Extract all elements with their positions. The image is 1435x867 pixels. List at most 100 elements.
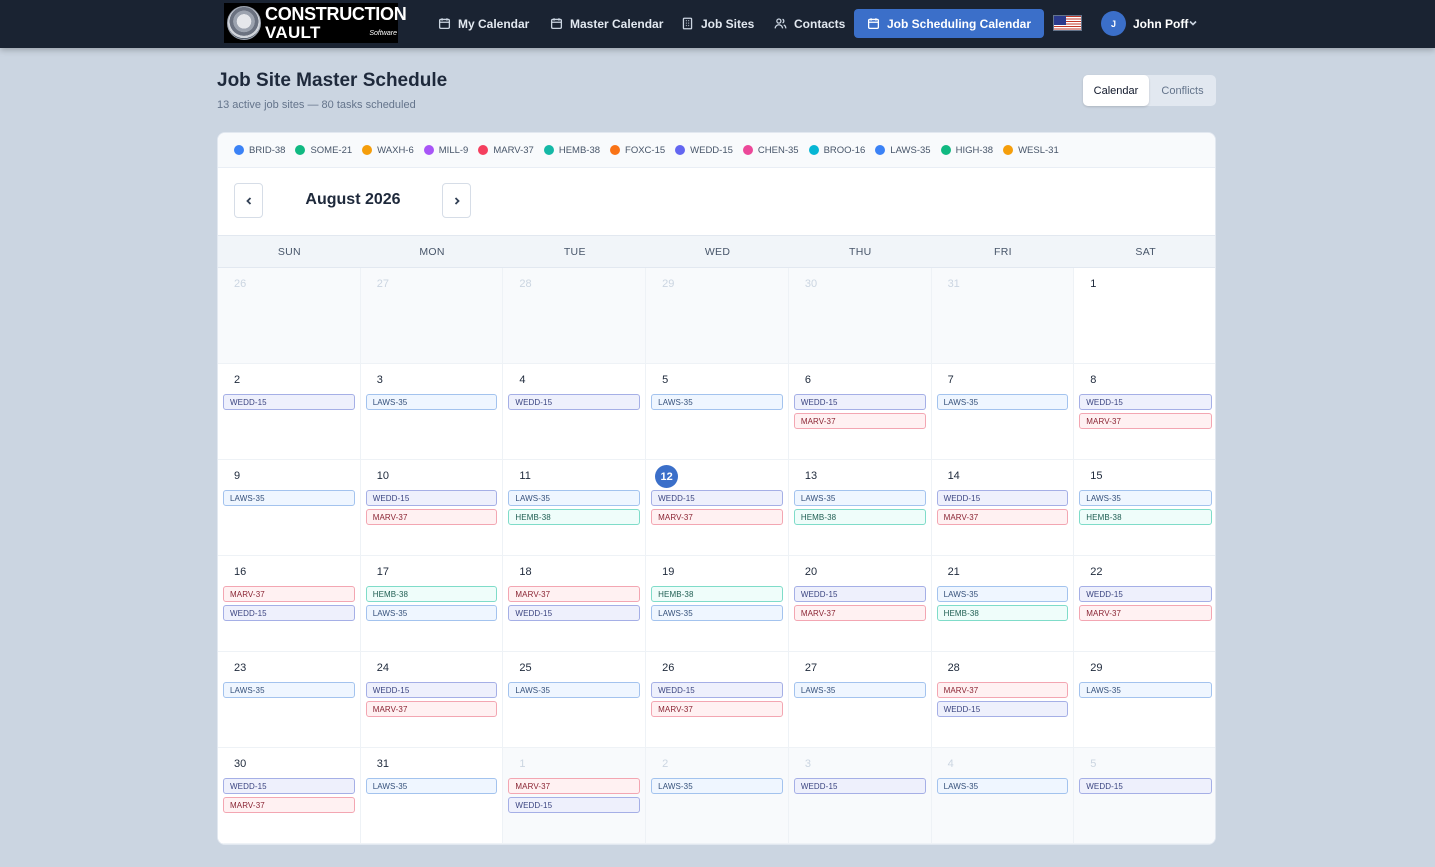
day-cell[interactable]: 5 LAWS-35 <box>646 364 789 460</box>
nav-job-scheduling-calendar[interactable]: Job Scheduling Calendar <box>854 9 1045 38</box>
legend-item[interactable]: MARV-37 <box>478 145 534 156</box>
task-chip[interactable]: MARV-37 <box>1079 605 1212 621</box>
day-cell[interactable]: 8 WEDD-15 MARV-37 <box>1074 364 1215 460</box>
task-chip[interactable]: LAWS-35 <box>508 490 641 506</box>
task-chip[interactable]: WEDD-15 <box>793 778 926 794</box>
day-cell[interactable]: 29 <box>646 268 789 364</box>
day-cell[interactable]: 15 LAWS-35 HEMB-38 <box>1074 460 1215 556</box>
task-chip[interactable]: HEMB-38 <box>1079 509 1212 525</box>
day-cell[interactable]: 12 WEDD-15 MARV-37 <box>646 460 789 556</box>
task-chip[interactable]: MARV-37 <box>936 509 1069 525</box>
task-chip[interactable]: WEDD-15 <box>223 605 355 621</box>
day-cell[interactable]: 3 WEDD-15 <box>788 748 932 844</box>
day-cell[interactable]: 31 <box>931 268 1075 364</box>
day-cell[interactable]: 25 LAWS-35 <box>503 652 647 748</box>
day-cell[interactable]: 24 WEDD-15 MARV-37 <box>360 652 504 748</box>
day-cell[interactable]: 22 WEDD-15 MARV-37 <box>1074 556 1215 652</box>
task-chip[interactable]: HEMB-38 <box>936 605 1069 621</box>
task-chip[interactable]: HEMB-38 <box>793 509 926 525</box>
legend-item[interactable]: HIGH-38 <box>940 145 993 156</box>
task-chip[interactable]: WEDD-15 <box>508 605 641 621</box>
task-chip[interactable]: WEDD-15 <box>1079 586 1212 602</box>
task-chip[interactable]: LAWS-35 <box>1079 682 1212 698</box>
task-chip[interactable]: LAWS-35 <box>365 605 498 621</box>
day-cell[interactable]: 30 <box>788 268 932 364</box>
next-month-button[interactable] <box>442 183 471 218</box>
day-cell[interactable]: 1 MARV-37 WEDD-15 <box>503 748 647 844</box>
task-chip[interactable]: MARV-37 <box>793 413 926 429</box>
day-cell[interactable]: 31 LAWS-35 <box>360 748 504 844</box>
task-chip[interactable]: WEDD-15 <box>651 682 783 698</box>
task-chip[interactable]: LAWS-35 <box>508 682 641 698</box>
chevron-down-icon[interactable] <box>1187 17 1199 29</box>
day-cell[interactable]: 21 LAWS-35 HEMB-38 <box>931 556 1075 652</box>
day-cell[interactable]: 29 LAWS-35 <box>1074 652 1215 748</box>
task-chip[interactable]: LAWS-35 <box>223 490 355 506</box>
task-chip[interactable]: WEDD-15 <box>1079 778 1212 794</box>
task-chip[interactable]: HEMB-38 <box>651 586 783 602</box>
day-cell[interactable]: 23 LAWS-35 <box>218 652 361 748</box>
task-chip[interactable]: MARV-37 <box>223 797 355 813</box>
task-chip[interactable]: LAWS-35 <box>936 586 1069 602</box>
day-cell[interactable]: 20 WEDD-15 MARV-37 <box>788 556 932 652</box>
day-cell[interactable]: 28 <box>503 268 647 364</box>
task-chip[interactable]: WEDD-15 <box>936 490 1069 506</box>
task-chip[interactable]: MARV-37 <box>651 509 783 525</box>
day-cell[interactable]: 14 WEDD-15 MARV-37 <box>931 460 1075 556</box>
day-cell[interactable]: 28 MARV-37 WEDD-15 <box>931 652 1075 748</box>
task-chip[interactable]: WEDD-15 <box>508 394 641 410</box>
task-chip[interactable]: LAWS-35 <box>793 490 926 506</box>
day-cell[interactable]: 26 WEDD-15 MARV-37 <box>646 652 789 748</box>
legend-item[interactable]: BROO-16 <box>808 145 865 156</box>
day-cell[interactable]: 1 <box>1074 268 1215 364</box>
day-cell[interactable]: 3 LAWS-35 <box>360 364 504 460</box>
task-chip[interactable]: WEDD-15 <box>793 394 926 410</box>
day-cell[interactable]: 2 WEDD-15 <box>218 364 361 460</box>
task-chip[interactable]: LAWS-35 <box>936 394 1069 410</box>
legend-item[interactable]: HEMB-38 <box>543 145 600 156</box>
day-cell[interactable]: 9 LAWS-35 <box>218 460 361 556</box>
nav-contacts[interactable]: Contacts <box>774 9 845 38</box>
prev-month-button[interactable] <box>234 183 263 218</box>
us-flag-icon[interactable] <box>1053 15 1082 31</box>
nav-job-sites[interactable]: Job Sites <box>681 9 754 38</box>
task-chip[interactable]: WEDD-15 <box>936 701 1069 717</box>
day-cell[interactable]: 19 HEMB-38 LAWS-35 <box>646 556 789 652</box>
day-cell[interactable]: 17 HEMB-38 LAWS-35 <box>360 556 504 652</box>
task-chip[interactable]: MARV-37 <box>936 682 1069 698</box>
task-chip[interactable]: LAWS-35 <box>651 394 783 410</box>
legend-item[interactable]: SOME-21 <box>295 145 352 156</box>
task-chip[interactable]: LAWS-35 <box>1079 490 1212 506</box>
task-chip[interactable]: MARV-37 <box>223 586 355 602</box>
legend-item[interactable]: LAWS-35 <box>875 145 931 156</box>
task-chip[interactable]: WEDD-15 <box>223 778 355 794</box>
day-cell[interactable]: 11 LAWS-35 HEMB-38 <box>503 460 647 556</box>
task-chip[interactable]: WEDD-15 <box>793 586 926 602</box>
task-chip[interactable]: LAWS-35 <box>223 682 355 698</box>
task-chip[interactable]: WEDD-15 <box>651 490 783 506</box>
task-chip[interactable]: HEMB-38 <box>508 509 641 525</box>
task-chip[interactable]: HEMB-38 <box>365 586 498 602</box>
task-chip[interactable]: WEDD-15 <box>508 797 641 813</box>
day-cell[interactable]: 4 WEDD-15 <box>503 364 647 460</box>
legend-item[interactable]: FOXC-15 <box>610 145 665 156</box>
task-chip[interactable]: LAWS-35 <box>651 605 783 621</box>
legend-item[interactable]: BRID-38 <box>234 145 285 156</box>
task-chip[interactable]: MARV-37 <box>793 605 926 621</box>
day-cell[interactable]: 10 WEDD-15 MARV-37 <box>360 460 504 556</box>
user-name[interactable]: John Poff <box>1133 17 1188 31</box>
brand-logo[interactable]: CONSTRUCTION VAULT Software <box>224 3 407 43</box>
legend-item[interactable]: CHEN-35 <box>742 145 799 156</box>
task-chip[interactable]: LAWS-35 <box>793 682 926 698</box>
task-chip[interactable]: MARV-37 <box>508 778 641 794</box>
day-cell[interactable]: 27 LAWS-35 <box>788 652 932 748</box>
task-chip[interactable]: MARV-37 <box>508 586 641 602</box>
task-chip[interactable]: LAWS-35 <box>651 778 783 794</box>
day-cell[interactable]: 30 WEDD-15 MARV-37 <box>218 748 361 844</box>
task-chip[interactable]: MARV-37 <box>1079 413 1212 429</box>
task-chip[interactable]: LAWS-35 <box>365 394 498 410</box>
task-chip[interactable]: WEDD-15 <box>1079 394 1212 410</box>
day-cell[interactable]: 27 <box>360 268 504 364</box>
task-chip[interactable]: WEDD-15 <box>365 490 498 506</box>
tab-calendar[interactable]: Calendar <box>1083 75 1149 106</box>
